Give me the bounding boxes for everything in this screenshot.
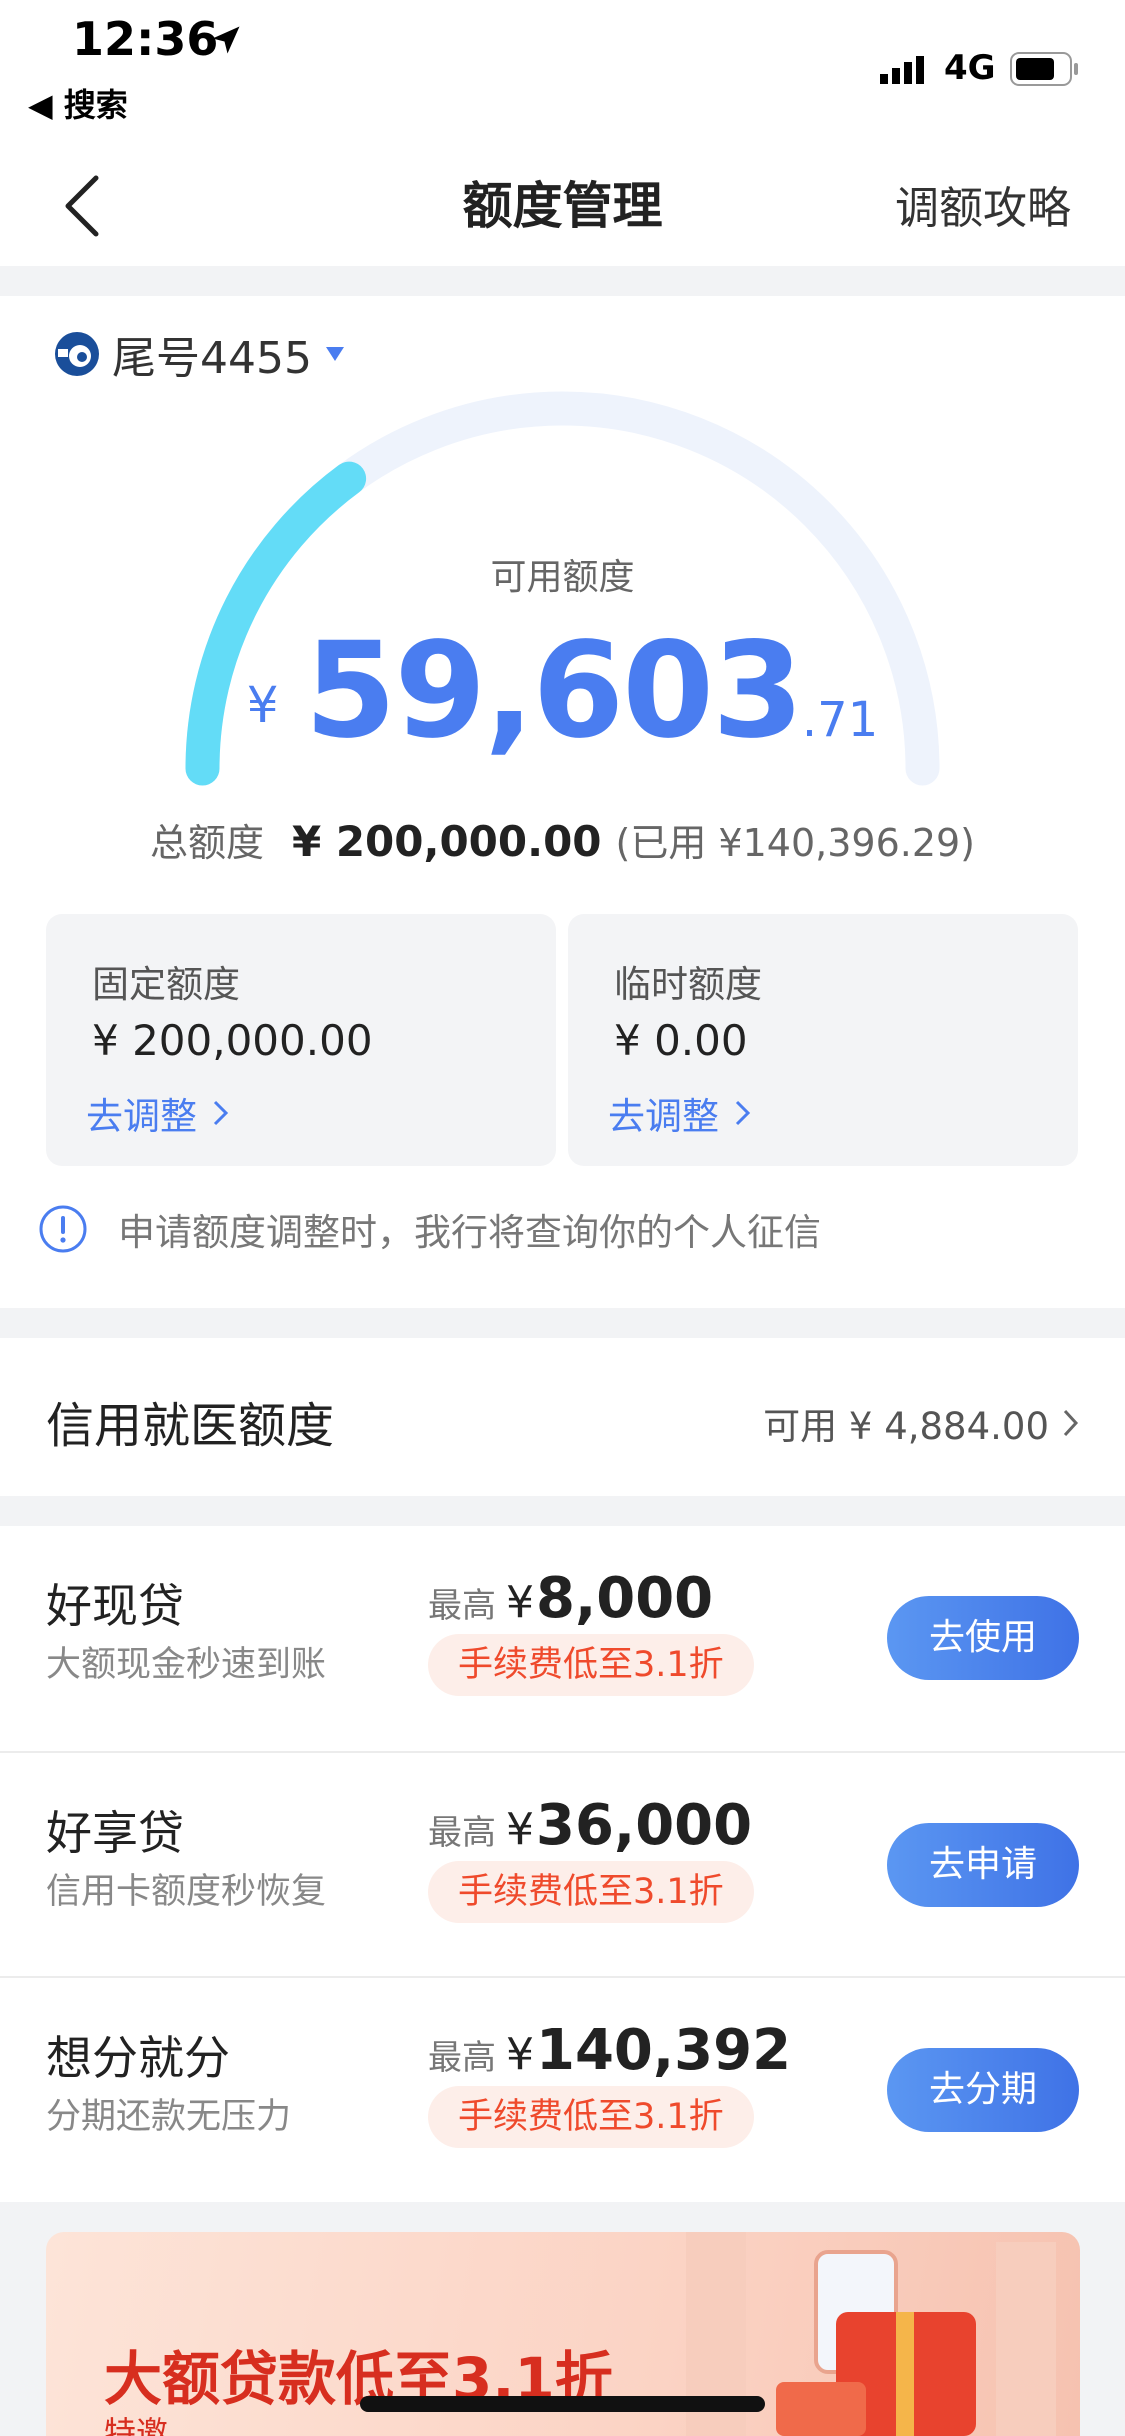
loan-max-amount: 最高 ¥140,392 [428, 2018, 791, 2083]
battery-icon [1010, 52, 1078, 86]
total-credit-row: 总额度 ¥ 200,000.00 (已用 ¥140,396.29) [0, 812, 1125, 867]
chevron-right-icon [213, 1100, 229, 1126]
max-label: 最高 [428, 2038, 496, 2078]
fee-discount-badge: 手续费低至3.1折 [428, 1861, 754, 1923]
currency-symbol: ¥ [506, 2029, 534, 2080]
loan-description: 信用卡额度秒恢复 [46, 1872, 327, 1912]
credit-card-section: 尾号4455 可用额度 ¥59,603.71 总额度 ¥ 200,000.00 (已… [0, 296, 1125, 1308]
medical-available-value: 可用 ¥ 4,884.00 [763, 1405, 1049, 1448]
medical-credit-available: 可用 ¥ 4,884.00 [763, 1396, 1081, 1450]
bank-logo-icon [55, 332, 99, 376]
back-to-app-link[interactable]: ◀ 搜索 [28, 80, 128, 126]
fixed-quota-title: 固定额度 [92, 963, 240, 1006]
medical-credit-row[interactable]: 信用就医额度 可用 ¥ 4,884.00 [0, 1338, 1125, 1496]
status-bar: 12:36 ◀ 搜索 4G [0, 0, 1125, 150]
adjust-link-label: 去调整 [608, 1095, 719, 1138]
list-item: 好现贷 大额现金秒速到账 最高 ¥8,000 手续费低至3.1折 去使用 [0, 1526, 1125, 1751]
max-value: 36,000 [536, 1793, 753, 1858]
list-item: 好享贷 信用卡额度秒恢复 最高 ¥36,000 手续费低至3.1折 去申请 [0, 1751, 1125, 1976]
loan-name: 好享贷 [46, 1806, 184, 1860]
status-time: 12:36 [72, 12, 219, 66]
medical-credit-title: 信用就医额度 [46, 1398, 335, 1454]
fixed-quota-amount: ¥ 200,000.00 [92, 1016, 373, 1065]
loan-products-list: 好现贷 大额现金秒速到账 最高 ¥8,000 手续费低至3.1折 去使用 好享贷… [0, 1526, 1125, 2202]
nav-bar: 额度管理 调额攻略 [0, 150, 1125, 266]
loan-description: 分期还款无压力 [46, 2097, 292, 2137]
max-label: 最高 [428, 1586, 496, 1626]
home-indicator [360, 2396, 765, 2412]
adjust-link-label: 去调整 [86, 1095, 197, 1138]
list-item: 想分就分 分期还款无压力 最高 ¥140,392 手续费低至3.1折 去分期 [0, 1976, 1125, 2201]
chevron-right-icon [1063, 1409, 1079, 1437]
credit-check-notice: 申请额度调整时，我行将查询你的个人征信 [38, 1202, 821, 1256]
amount-integer: 59,603 [304, 614, 804, 768]
available-credit-label: 可用额度 [490, 557, 635, 598]
apply-loan-button[interactable]: 去申请 [887, 1823, 1079, 1907]
signal-icon [880, 56, 924, 84]
info-icon [39, 1205, 87, 1253]
loan-max-amount: 最高 ¥36,000 [428, 1793, 752, 1858]
loan-description: 大额现金秒速到账 [46, 1645, 327, 1685]
use-loan-button[interactable]: 去使用 [887, 1596, 1079, 1680]
total-credit-label: 总额度 [149, 821, 264, 865]
notice-text: 申请额度调整时，我行将查询你的个人征信 [118, 1211, 821, 1254]
currency-symbol: ¥ [506, 1804, 534, 1855]
amount-decimal: .71 [801, 692, 879, 748]
banner-subtitle: 特邀 [104, 2414, 169, 2436]
temporary-quota-title: 临时额度 [614, 963, 762, 1006]
location-arrow-icon [212, 26, 240, 54]
chevron-right-icon [735, 1100, 751, 1126]
total-credit-value: ¥ 200,000.00 [291, 817, 602, 866]
loan-name: 好现贷 [46, 1579, 184, 1633]
loan-max-amount: 最高 ¥8,000 [428, 1566, 713, 1631]
max-label: 最高 [428, 1813, 496, 1853]
available-credit-amount: ¥59,603.71 [0, 614, 1125, 768]
temporary-quota-card: 临时额度 ¥ 0.00 去调整 [568, 914, 1078, 1166]
adjust-temporary-quota-link[interactable]: 去调整 [608, 1086, 753, 1140]
fixed-quota-card: 固定额度 ¥ 200,000.00 去调整 [46, 914, 556, 1166]
fee-discount-badge: 手续费低至3.1折 [428, 2086, 754, 2148]
installment-button[interactable]: 去分期 [887, 2048, 1079, 2132]
adjust-fixed-quota-link[interactable]: 去调整 [86, 1086, 231, 1140]
network-type: 4G [944, 48, 996, 88]
used-credit: (已用 ¥140,396.29) [615, 821, 976, 865]
fee-discount-badge: 手续费低至3.1折 [428, 1634, 754, 1696]
dropdown-caret-icon [325, 347, 344, 361]
currency-symbol: ¥ [506, 1577, 534, 1628]
currency-symbol: ¥ [246, 676, 279, 734]
temporary-quota-amount: ¥ 0.00 [614, 1016, 748, 1065]
max-value: 8,000 [536, 1566, 714, 1631]
max-value: 140,392 [536, 2018, 792, 2083]
adjust-guide-link[interactable]: 调额攻略 [895, 172, 1071, 236]
loan-name: 想分就分 [46, 2031, 230, 2085]
